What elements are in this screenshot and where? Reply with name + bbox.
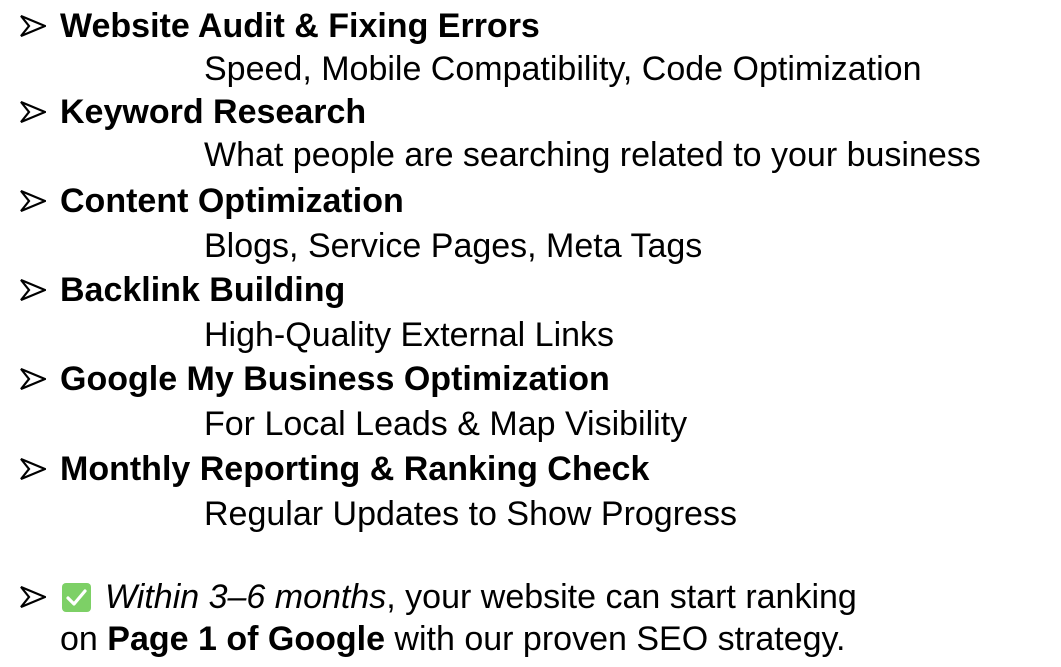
arrowhead-bullet-icon — [20, 183, 50, 219]
item-title: Monthly Reporting & Ranking Check — [60, 450, 650, 488]
arrowhead-bullet-icon — [20, 579, 50, 615]
item-description: Speed, Mobile Compatibility, Code Optimi… — [204, 50, 922, 88]
item-title: Website Audit & Fixing Errors — [60, 7, 540, 45]
item-title: Backlink Building — [60, 271, 346, 309]
arrowhead-bullet-icon — [20, 361, 50, 397]
item-description: What people are searching related to you… — [204, 136, 981, 174]
arrowhead-bullet-icon — [20, 451, 50, 487]
item-title: Keyword Research — [60, 93, 367, 131]
note-text-2: with our proven SEO strategy. — [384, 620, 846, 658]
item-description: Regular Updates to Show Progress — [204, 495, 737, 533]
item-title: Google My Business Optimization — [60, 360, 610, 398]
note-highlight: Page 1 of Google — [107, 620, 385, 658]
note-text-1: , your website can start ranking — [386, 578, 857, 616]
note-prefix: on — [60, 620, 108, 658]
arrowhead-bullet-icon — [20, 94, 50, 130]
item-description: High-Quality External Links — [204, 316, 615, 354]
item-description: Blogs, Service Pages, Meta Tags — [204, 227, 703, 265]
item-title: Content Optimization — [60, 182, 404, 220]
item-description: For Local Leads & Map Visibility — [204, 405, 688, 443]
note-line-1: Within 3–6 months, your website can star… — [60, 579, 857, 615]
arrowhead-bullet-icon — [20, 272, 50, 308]
arrowhead-bullet-icon — [20, 8, 50, 44]
note-timeframe: Within 3–6 months — [105, 578, 387, 616]
check-box-icon — [62, 583, 91, 612]
note-line-2: on Page 1 of Google with our proven SEO … — [60, 621, 845, 657]
